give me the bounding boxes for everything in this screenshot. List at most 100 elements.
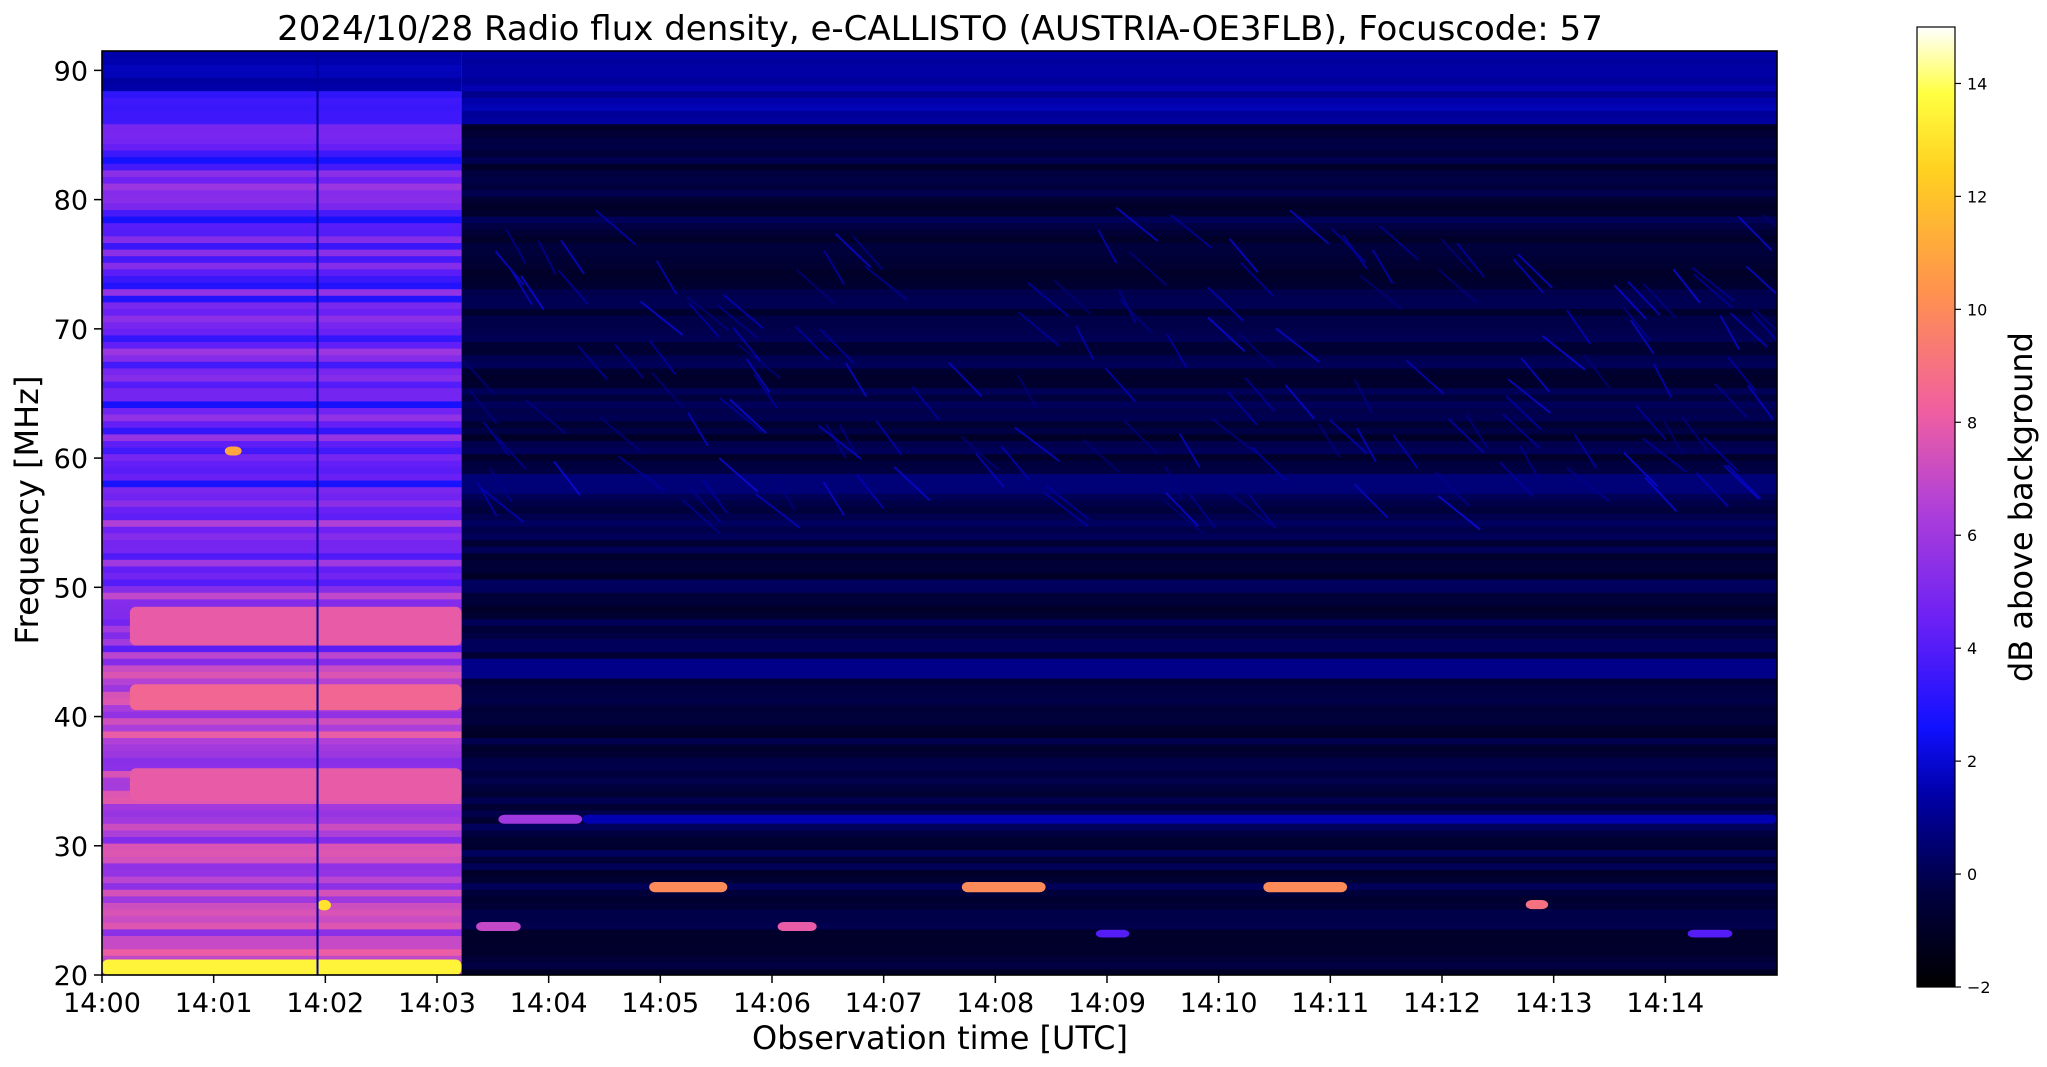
- spectrum-band: [102, 275, 462, 283]
- spectrum-band: [461, 625, 1777, 633]
- y-tick-label: 60: [54, 444, 88, 475]
- spectrum-band: [102, 856, 462, 864]
- spectrum-band: [461, 783, 1777, 791]
- x-tick-label: 14:02: [286, 988, 364, 1019]
- spectrum-band: [102, 486, 462, 494]
- spectrum-band: [102, 942, 462, 950]
- spectrum-band: [102, 651, 462, 659]
- spectrum-band: [461, 691, 1777, 699]
- spectrum-band: [102, 130, 462, 138]
- y-axis: 20 30 40 50 60 70 80 90: [54, 56, 102, 992]
- y-tick-label: 40: [54, 703, 88, 734]
- spectrum-band: [461, 51, 1777, 59]
- spectrum-band: [102, 922, 462, 930]
- spectrum-band: [461, 585, 1777, 593]
- spectrum-band: [461, 546, 1777, 554]
- spectrum-band: [102, 183, 462, 191]
- spectrum-band: [461, 156, 1777, 164]
- spectrum-band: [461, 579, 1777, 587]
- x-tick-label: 14:14: [1626, 988, 1704, 1019]
- spectrum-band: [461, 790, 1777, 798]
- spectrum-band: [461, 638, 1777, 646]
- spectrum-band: [102, 268, 462, 276]
- spectrum-band: [461, 519, 1777, 527]
- spectrum-band: [102, 876, 462, 884]
- spectrum-band: [102, 843, 462, 851]
- spectrum-band: [461, 183, 1777, 191]
- spectrum-band: [461, 70, 1777, 78]
- spectrum-band: [461, 559, 1777, 567]
- spectrum-band: [461, 730, 1777, 738]
- spectrum-band: [102, 816, 462, 824]
- x-tick-label: 14:05: [621, 988, 699, 1019]
- spectrum-band: [102, 526, 462, 534]
- spectrum-band: [102, 103, 462, 111]
- spectrum-band: [102, 367, 462, 375]
- spectrum-band: [102, 249, 462, 257]
- spectrum-band: [102, 189, 462, 197]
- spectrum-band: [461, 598, 1777, 606]
- spectrum-band: [102, 354, 462, 362]
- spectrum-band: [461, 763, 1777, 771]
- spectrum-band: [461, 216, 1777, 224]
- signal-feature: [777, 922, 817, 932]
- signal-feature: [317, 900, 331, 911]
- spectrum-band: [102, 810, 462, 818]
- spectrum-band: [461, 103, 1777, 111]
- spectrum-band: [461, 612, 1777, 620]
- spectrum-band: [102, 361, 462, 369]
- spectrum-band: [102, 163, 462, 171]
- signal-feature: [1525, 900, 1549, 910]
- spectrum-band: [102, 308, 462, 316]
- spectrum-band: [102, 519, 462, 527]
- spectrum-band: [461, 895, 1777, 903]
- spectrum-band: [102, 935, 462, 943]
- spectrum-band: [461, 856, 1777, 864]
- spectrum-band: [102, 565, 462, 573]
- spectrum-band: [461, 136, 1777, 144]
- spectrum-band: [102, 229, 462, 237]
- spectrum-band: [461, 902, 1777, 910]
- spectrum-band: [102, 453, 462, 461]
- spectrum-band: [461, 229, 1777, 237]
- spectrum-band: [461, 295, 1777, 303]
- spectrum-band: [102, 440, 462, 448]
- spectrum-band: [102, 315, 462, 323]
- spectrum-band: [102, 295, 462, 303]
- spectrum-band: [102, 414, 462, 422]
- spectrum-band: [102, 262, 462, 270]
- spectrum-band: [102, 559, 462, 567]
- spectrum-band: [461, 843, 1777, 851]
- spectrum-band: [102, 928, 462, 936]
- signal-feature: [102, 959, 462, 975]
- spectrum-band: [461, 334, 1777, 342]
- spectrum-band: [461, 651, 1777, 659]
- spectrum-band: [102, 341, 462, 349]
- spectrum-band: [102, 84, 462, 92]
- spectrum-band: [461, 420, 1777, 428]
- spectrum-band: [461, 249, 1777, 257]
- spectrum-band: [461, 427, 1777, 435]
- spectrum-band: [102, 513, 462, 521]
- signal-feature: [129, 606, 462, 646]
- spectrum-band: [102, 242, 462, 250]
- spectrum-band: [102, 57, 462, 65]
- spectrum-band: [102, 506, 462, 514]
- spectrum-band: [102, 671, 462, 679]
- spectrum-band: [102, 150, 462, 158]
- spectrum-band: [102, 235, 462, 243]
- spectrum-band: [102, 744, 462, 752]
- spectrum-band: [461, 163, 1777, 171]
- spectrum-band: [102, 724, 462, 732]
- y-axis-label: Frequency [MHz]: [8, 376, 46, 645]
- spectrum-band: [461, 777, 1777, 785]
- spectrum-band: [461, 678, 1777, 686]
- spectrum-band: [102, 499, 462, 507]
- spectrum-band: [102, 882, 462, 890]
- spectrum-band: [102, 460, 462, 468]
- colorbar-label: dB above background: [2002, 332, 2040, 682]
- spectrum-band: [461, 862, 1777, 870]
- spectrum-band: [461, 829, 1777, 837]
- spectrum-band: [102, 717, 462, 725]
- spectrum-band: [102, 51, 462, 59]
